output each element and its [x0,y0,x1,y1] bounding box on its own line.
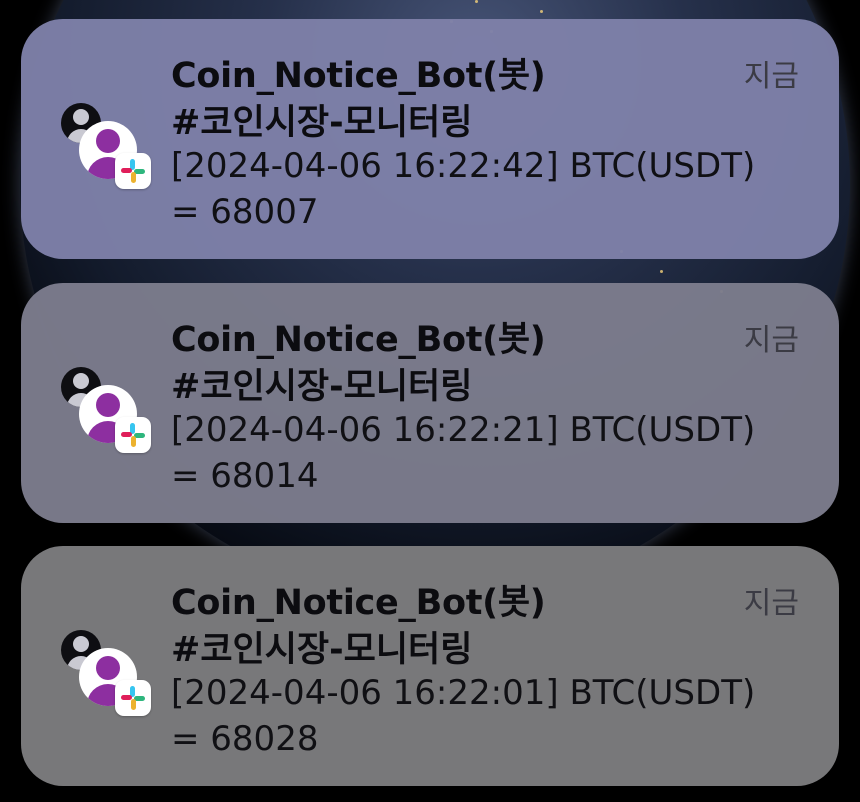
city-light [475,0,478,3]
slack-icon [115,680,151,716]
notification-card[interactable]: Coin_Notice_Bot(봇) #코인시장-모니터링 [2024-04-0… [21,19,839,259]
slack-icon [115,417,151,453]
notification-time: 지금 [743,59,799,94]
notification-time: 지금 [743,586,799,621]
notification-message: [2024-04-06 16:22:21] BTC(USDT) = 68014 [171,407,821,499]
message-line: = 68014 [171,456,319,496]
notification-card[interactable]: Coin_Notice_Bot(봇) #코인시장-모니터링 [2024-04-0… [21,283,839,523]
message-line: = 68007 [171,192,319,232]
message-line: = 68028 [171,719,319,759]
slack-icon [115,153,151,189]
notification-title: Coin_Notice_Bot(봇) [171,583,546,623]
notification-channel: #코인시장-모니터링 [171,367,473,407]
notification-message: [2024-04-06 16:22:42] BTC(USDT) = 68007 [171,143,821,235]
city-light [660,270,663,273]
notification-message: [2024-04-06 16:22:01] BTC(USDT) = 68028 [171,670,821,762]
notification-icon-group [61,367,153,459]
notification-channel: #코인시장-모니터링 [171,103,473,143]
notification-time: 지금 [743,323,799,358]
notification-title: Coin_Notice_Bot(봇) [171,56,546,96]
notification-icon-group [61,103,153,195]
lock-screen: Coin_Notice_Bot(봇) #코인시장-모니터링 [2024-04-0… [0,0,860,802]
notification-channel: #코인시장-모니터링 [171,630,473,670]
message-line: [2024-04-06 16:22:42] BTC(USDT) [171,146,756,186]
message-line: [2024-04-06 16:22:01] BTC(USDT) [171,673,756,713]
notification-title: Coin_Notice_Bot(봇) [171,320,546,360]
city-light [540,10,543,13]
notification-card[interactable]: Coin_Notice_Bot(봇) #코인시장-모니터링 [2024-04-0… [21,546,839,786]
notification-icon-group [61,630,153,722]
message-line: [2024-04-06 16:22:21] BTC(USDT) [171,410,756,450]
